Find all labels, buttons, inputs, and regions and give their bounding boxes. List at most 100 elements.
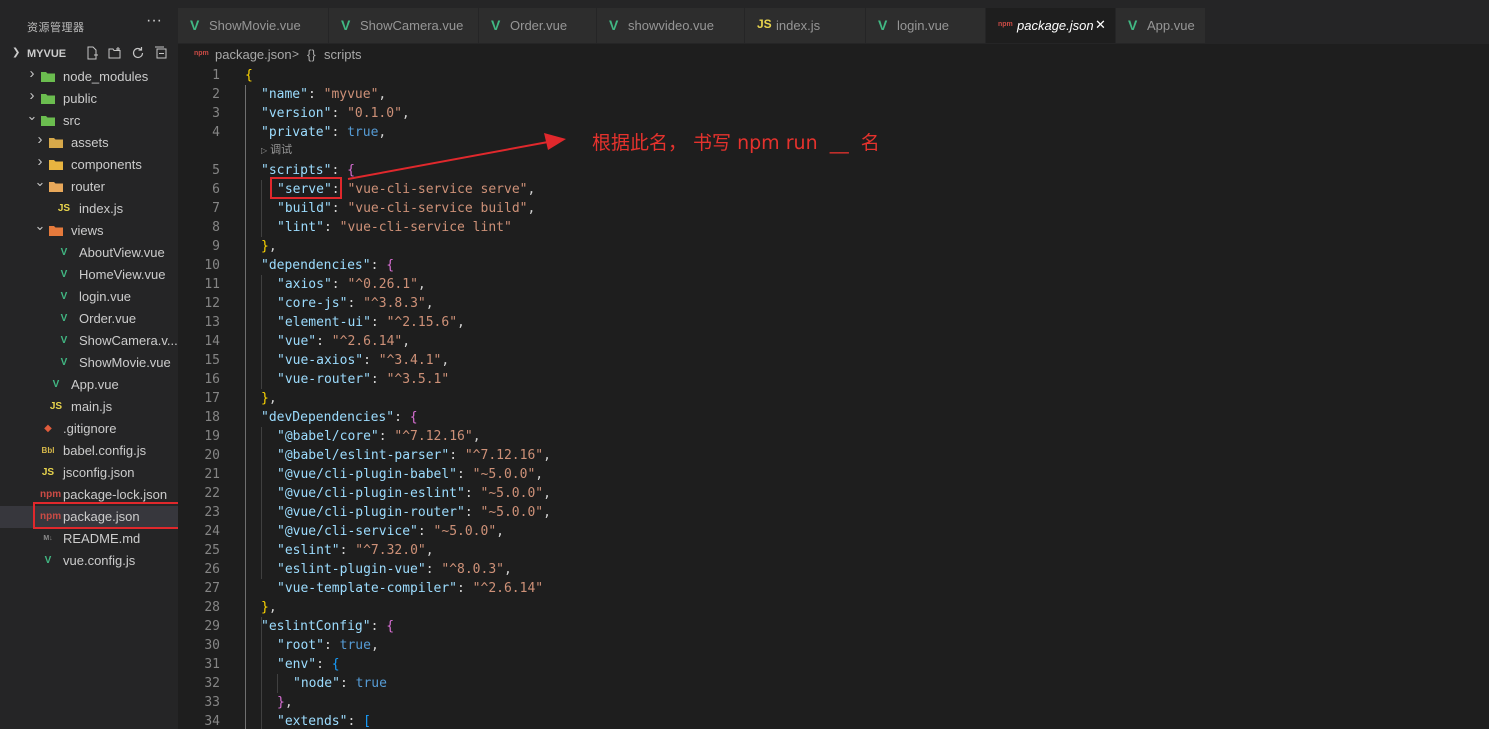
chevron-down-icon[interactable]: ⌄ — [34, 219, 46, 233]
breadcrumb-symbol[interactable]: scripts — [324, 47, 362, 62]
tree-item[interactable]: JS index.js — [0, 198, 178, 220]
line-number: 11 — [204, 277, 220, 292]
tree-item[interactable]: ⌄ src — [0, 109, 178, 132]
chevron-down-icon[interactable]: ⌄ — [26, 109, 38, 123]
code-line[interactable]: "vue": "^2.6.14", — [277, 332, 410, 351]
editor-tab[interactable]: npm package.json ✕ — [986, 8, 1116, 43]
tree-item-label: vue.config.js — [63, 553, 136, 568]
chevron-down-icon[interactable]: ⌄ — [34, 175, 46, 189]
tree-item[interactable]: V ShowMovie.vue — [0, 352, 178, 374]
indent-guide — [277, 674, 278, 693]
editor-tab[interactable]: Vlogin.vue — [866, 8, 986, 43]
code-line[interactable]: "vue-template-compiler": "^2.6.14" — [277, 579, 543, 598]
breadcrumb-file[interactable]: package.json — [215, 47, 292, 62]
code-line[interactable]: }, — [261, 389, 277, 408]
code-line[interactable]: "private": true, — [261, 123, 386, 142]
line-number: 23 — [204, 505, 220, 520]
new-file-icon[interactable] — [84, 46, 100, 62]
more-actions-icon[interactable]: ··· — [146, 12, 162, 30]
editor-tab[interactable]: V ShowMovie.vue — [178, 8, 329, 43]
line-number: 24 — [204, 524, 220, 539]
vue-file-icon: V — [60, 291, 68, 302]
code-line[interactable]: "element-ui": "^2.15.6", — [277, 313, 465, 332]
line-number: 9 — [212, 239, 220, 254]
code-line[interactable]: "eslint-plugin-vue": "^8.0.3", — [277, 560, 512, 579]
line-number: 27 — [204, 581, 220, 596]
code-line[interactable]: "dependencies": { — [261, 256, 394, 275]
tree-item[interactable]: › assets — [0, 132, 178, 154]
tab-label: index.js — [776, 18, 821, 33]
code-line[interactable]: "@vue/cli-plugin-router": "~5.0.0", — [277, 503, 551, 522]
tree-item[interactable]: Vlogin.vue — [0, 286, 178, 308]
tree-item[interactable]: V ShowCamera.v... — [0, 330, 178, 352]
chevron-down-icon[interactable]: ❯ — [12, 47, 20, 58]
code-line[interactable]: "vue-axios": "^3.4.1", — [277, 351, 449, 370]
code-line[interactable]: "root": true, — [277, 636, 379, 655]
code-line[interactable]: { — [245, 66, 253, 85]
project-folder-row[interactable]: ❯ MYVUE — [0, 44, 178, 66]
code-line[interactable]: "eslint": "^7.32.0", — [277, 541, 434, 560]
code-line[interactable]: }, — [261, 598, 277, 617]
close-tab-icon[interactable]: ✕ — [1095, 17, 1106, 33]
code-line[interactable]: "core-js": "^3.8.3", — [277, 294, 434, 313]
editor-tab[interactable]: Vshowvideo.vue — [597, 8, 745, 43]
chevron-right-icon[interactable]: › — [26, 66, 38, 81]
code-editor[interactable]: ▷ 调试 1 {2 "name": "myvue", 3 "version": "0.1.… — [178, 66, 1489, 729]
chevron-right-icon[interactable]: › — [34, 132, 46, 147]
code-line[interactable]: "@babel/eslint-parser": "^7.12.16", — [277, 446, 551, 465]
tree-item[interactable]: Vvue.config.js — [0, 550, 178, 572]
folder-icon — [40, 70, 56, 84]
tree-item[interactable]: V HomeView.vue — [0, 264, 178, 286]
code-line[interactable]: "axios": "^0.26.1", — [277, 275, 426, 294]
code-line[interactable]: "@vue/cli-service": "~5.0.0", — [277, 522, 504, 541]
code-line[interactable]: "eslintConfig": { — [261, 617, 394, 636]
tree-item[interactable]: JS main.js — [0, 396, 178, 418]
code-line[interactable]: "version": "0.1.0", — [261, 104, 410, 123]
editor-tab[interactable]: V App.vue — [1116, 8, 1206, 43]
tree-item[interactable]: › components — [0, 154, 178, 176]
code-line[interactable]: "@vue/cli-plugin-eslint": "~5.0.0", — [277, 484, 551, 503]
code-line[interactable]: "devDependencies": { — [261, 408, 418, 427]
code-line[interactable]: }, — [261, 237, 277, 256]
js-file-icon: JS — [41, 467, 55, 478]
folder-icon — [40, 114, 56, 128]
chevron-right-icon[interactable]: › — [34, 154, 46, 169]
code-line[interactable]: "extends": [ — [277, 712, 371, 729]
tree-item[interactable]: V Order.vue — [0, 308, 178, 330]
indent-guide — [261, 275, 262, 389]
debug-codelens[interactable]: ▷ 调试 — [261, 141, 292, 157]
code-line[interactable]: "node": true — [293, 674, 387, 693]
new-folder-icon[interactable] — [107, 46, 123, 62]
editor-tab[interactable]: V Order.vue — [479, 8, 597, 43]
code-line[interactable]: "build": "vue-cli-service build", — [277, 199, 535, 218]
tree-item[interactable]: JS jsconfig.json — [0, 462, 178, 484]
code-line[interactable]: "lint": "vue-cli-service lint" — [277, 218, 512, 237]
explorer-title: 资源管理器 — [27, 22, 85, 34]
tree-item[interactable]: V App.vue — [0, 374, 178, 396]
code-line[interactable]: "@babel/core": "^7.12.16", — [277, 427, 481, 446]
collapse-all-icon[interactable] — [153, 46, 169, 62]
editor-tab[interactable]: V ShowCamera.vue — [329, 8, 479, 43]
tree-item[interactable]: V AboutView.vue — [0, 242, 178, 264]
tab-label: login.vue — [897, 18, 950, 33]
tree-item[interactable]: › public — [0, 88, 178, 110]
code-line[interactable]: "env": { — [277, 655, 340, 674]
code-line[interactable]: "@vue/cli-plugin-babel": "~5.0.0", — [277, 465, 543, 484]
code-line[interactable]: }, — [277, 693, 293, 712]
code-line[interactable]: "vue-router": "^3.5.1" — [277, 370, 449, 389]
tree-item[interactable]: › node_modules — [0, 66, 178, 88]
tree-item[interactable]: M↓ README.md — [0, 528, 178, 550]
tree-item[interactable]: Bbl babel.config.js — [0, 440, 178, 462]
chevron-right-icon[interactable]: › — [26, 88, 38, 103]
tree-item[interactable]: ⌄ router — [0, 175, 178, 198]
editor-tab[interactable]: JS index.js — [745, 8, 866, 43]
line-number: 22 — [204, 486, 220, 501]
code-line[interactable]: "name": "myvue", — [261, 85, 386, 104]
tree-item[interactable]: ◆ .gitignore — [0, 418, 178, 440]
line-number: 20 — [204, 448, 220, 463]
refresh-icon[interactable] — [130, 46, 146, 62]
tree-item[interactable]: ⌄ views — [0, 219, 178, 242]
folder-icon — [48, 136, 64, 150]
vue-file-icon: V — [190, 17, 200, 33]
indent-guide — [261, 180, 262, 237]
